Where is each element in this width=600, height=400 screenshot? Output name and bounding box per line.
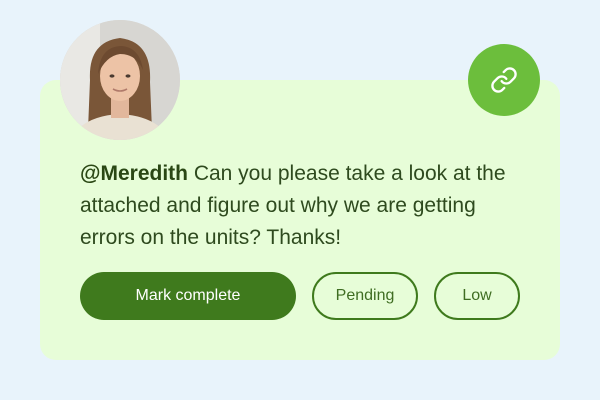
priority-low-button[interactable]: Low xyxy=(434,272,520,320)
comment-text: @Meredith Can you please take a look at … xyxy=(80,158,530,254)
link-button[interactable] xyxy=(468,44,540,116)
action-bar: Mark complete Pending Low xyxy=(80,272,520,320)
mention-link[interactable]: @Meredith xyxy=(80,162,188,185)
link-icon xyxy=(491,67,517,93)
avatar xyxy=(60,20,180,140)
status-pending-button[interactable]: Pending xyxy=(312,272,418,320)
avatar-photo xyxy=(60,20,180,140)
mark-complete-button[interactable]: Mark complete xyxy=(80,272,296,320)
